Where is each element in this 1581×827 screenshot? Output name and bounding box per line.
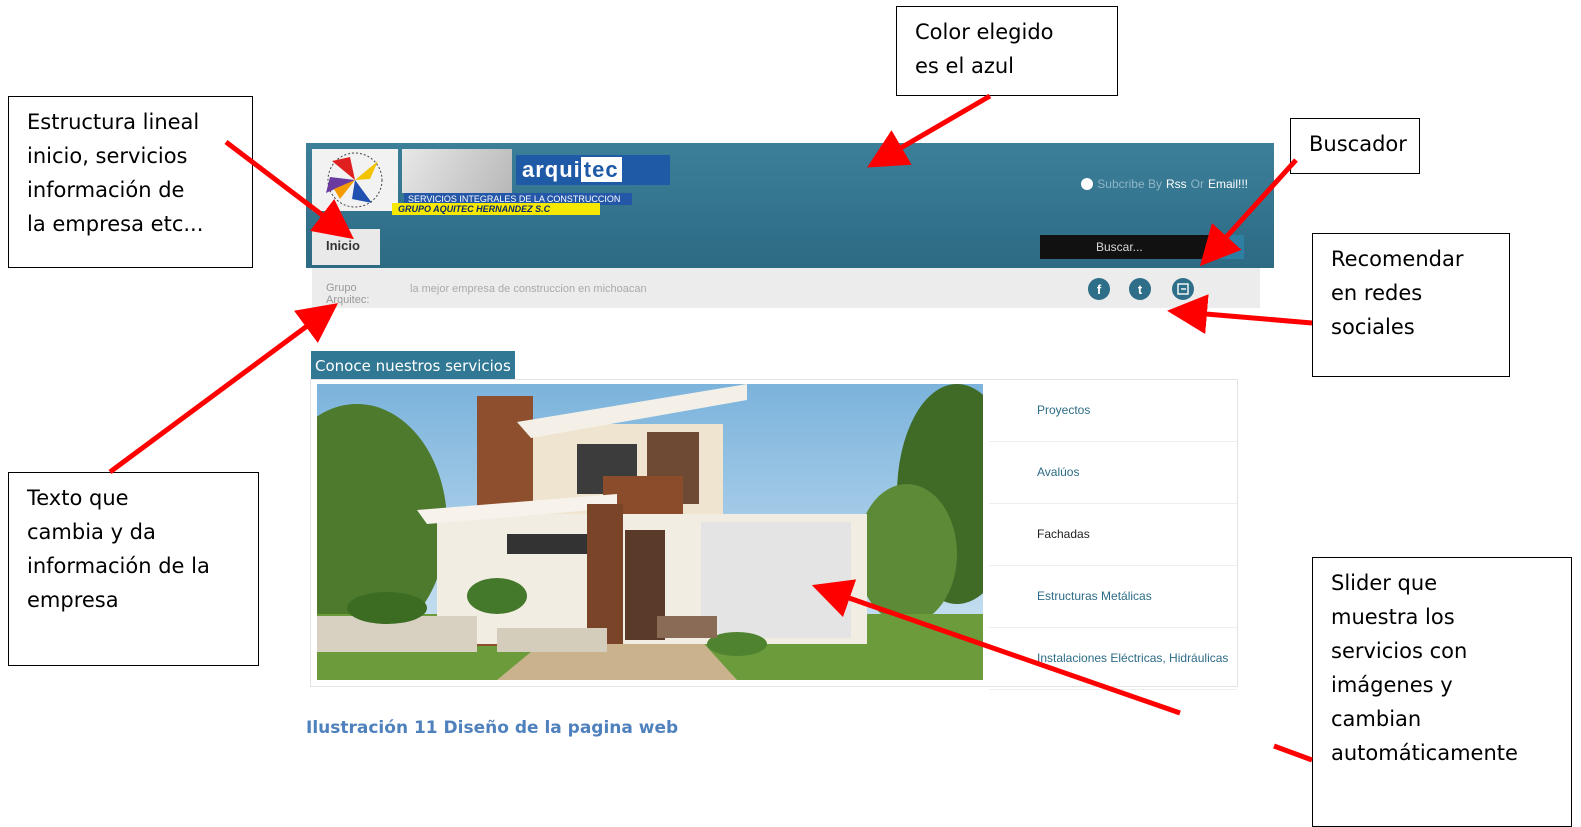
services-menu: Proyectos Avalúos Fachadas Estructuras M… [989, 380, 1237, 690]
or-text: Or [1190, 177, 1204, 191]
twitter-icon: t [1137, 281, 1143, 297]
search-input[interactable] [1040, 235, 1218, 259]
figure-caption: Ilustración 11 Diseño de la pagina web [306, 718, 679, 738]
subscribe-links: Subcribe By Rss Or Email!!! [1081, 177, 1248, 191]
facebook-share-button[interactable]: f [1088, 278, 1110, 300]
slide-house-image[interactable] [317, 384, 983, 680]
logo-group-name: GRUPO AQUITEC HERNANDEZ S.C [392, 203, 600, 215]
search-icon [1225, 241, 1237, 253]
rss-icon [1081, 178, 1094, 190]
website-screenshot: arqui tec SERVICIOS INTEGRALES DE LA CONS… [306, 143, 1274, 690]
email-link[interactable]: Email!!! [1208, 177, 1248, 191]
callout-texto: Texto que cambia y da información de la … [8, 472, 259, 666]
arrow-slider-tail [1273, 743, 1313, 763]
service-item-estructuras-metalicas[interactable]: Estructuras Metálicas [989, 566, 1237, 628]
nav-tab-inicio[interactable]: Inicio [312, 229, 380, 265]
callout-color: Color elegido es el azul [896, 6, 1118, 96]
site-logo[interactable]: arqui tec SERVICIOS INTEGRALES DE LA CONS… [312, 149, 672, 215]
subscribe-text: Subcribe By [1097, 177, 1162, 191]
logo-photo [402, 149, 512, 193]
twitter-share-button[interactable]: t [1129, 278, 1151, 300]
arrow-texto [108, 303, 339, 475]
services-title: Conoce nuestros servicios [311, 351, 515, 381]
ticker-text: la mejor empresa de construccion en mich… [410, 283, 647, 295]
logo-emblem [312, 149, 398, 211]
service-item-fachadas[interactable]: Fachadas [989, 504, 1237, 566]
facebook-icon: f [1096, 281, 1102, 297]
search-bar [1040, 235, 1244, 259]
callout-estructura: Estructura lineal inicio, servicios info… [8, 96, 253, 268]
callout-recomendar: Recomendar en redes sociales [1312, 233, 1510, 377]
info-ticker: Grupo Arquitec: la mejor empresa de cons… [312, 268, 1260, 308]
rss-link[interactable]: Rss [1166, 177, 1187, 191]
services-slider: Proyectos Avalúos Fachadas Estructuras M… [310, 379, 1238, 690]
ticker-label: Grupo Arquitec: [326, 282, 370, 306]
service-item-instalaciones[interactable]: Instalaciones Eléctricas, Hidráulicas [989, 628, 1237, 690]
service-item-proyectos[interactable]: Proyectos [989, 380, 1237, 442]
callout-slider: Slider que muestra los servicios con imá… [1312, 557, 1572, 827]
share-icon [1177, 283, 1189, 295]
site-header: arqui tec SERVICIOS INTEGRALES DE LA CONS… [306, 143, 1274, 268]
callout-buscador: Buscador [1290, 118, 1420, 174]
share-button[interactable] [1172, 278, 1194, 300]
service-item-avaluos[interactable]: Avalúos [989, 442, 1237, 504]
search-button[interactable] [1218, 235, 1244, 259]
logo-wordmark: arqui tec [516, 155, 670, 185]
